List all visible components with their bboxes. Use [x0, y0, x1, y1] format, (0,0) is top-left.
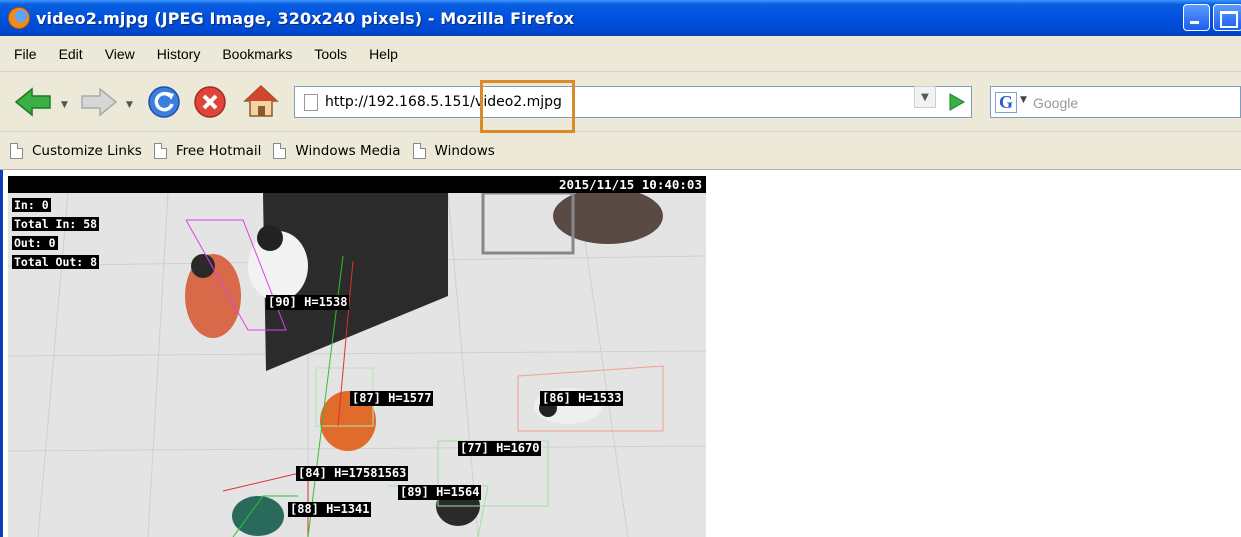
- track-label: [88] H=1341: [288, 502, 372, 517]
- title-bar: video2.mjpg (JPEG Image, 320x240 pixels)…: [0, 0, 1241, 36]
- bookmark-label: Customize Links: [32, 142, 142, 159]
- camera-video-image: 2015/11/15 10:40:03 In: 0 Total In: 58 O…: [8, 176, 706, 537]
- window-title: video2.mjpg (JPEG Image, 320x240 pixels)…: [36, 8, 575, 28]
- menu-bar: File Edit View History Bookmarks Tools H…: [0, 36, 1241, 72]
- menu-edit[interactable]: Edit: [59, 46, 83, 62]
- bookmark-customize-links[interactable]: Customize Links: [10, 142, 142, 159]
- track-label: [89] H=1564: [398, 485, 482, 500]
- stop-button[interactable]: [193, 85, 227, 119]
- url-highlight-annotation: [480, 80, 575, 133]
- go-arrow-icon: [949, 93, 966, 111]
- home-icon: [243, 84, 279, 117]
- bookmarks-toolbar: Customize Links Free Hotmail Windows Med…: [0, 132, 1241, 170]
- search-engine-dropdown-icon[interactable]: ▼: [1020, 95, 1027, 105]
- search-bar[interactable]: G ▼ Google: [990, 86, 1241, 118]
- count-in: In: 0: [12, 198, 51, 212]
- menu-history[interactable]: History: [157, 46, 201, 62]
- menu-file[interactable]: File: [14, 46, 37, 62]
- go-button[interactable]: [946, 92, 966, 116]
- firefox-logo-icon: [8, 7, 30, 29]
- back-button[interactable]: [14, 86, 54, 118]
- menu-help[interactable]: Help: [369, 46, 398, 62]
- url-history-dropdown-icon[interactable]: ▼: [914, 86, 936, 108]
- window-frame-edge: [0, 170, 3, 537]
- people-count-overlay: In: 0 Total In: 58 Out: 0 Total Out: 8: [12, 198, 100, 274]
- bookmark-free-hotmail[interactable]: Free Hotmail: [153, 142, 262, 159]
- track-label: [84] H=17581563: [296, 466, 409, 481]
- bookmark-page-icon: [153, 142, 167, 159]
- bookmark-windows-media[interactable]: Windows Media: [273, 142, 401, 159]
- track-label: [87] H=1577: [350, 391, 434, 406]
- video-timestamp: 2015/11/15 10:40:03: [559, 177, 702, 192]
- home-button[interactable]: [243, 84, 279, 118]
- search-input[interactable]: Google: [1033, 95, 1078, 111]
- navigation-toolbar: ▼ ▼ http://192.168.5.151/video2.mjpg ▼ G…: [0, 72, 1241, 132]
- forward-history-dropdown-icon[interactable]: ▼: [126, 100, 133, 110]
- reload-icon: [148, 86, 180, 118]
- menu-bookmarks[interactable]: Bookmarks: [222, 46, 292, 62]
- count-total-out: Total Out: 8: [12, 255, 100, 269]
- bookmark-page-icon: [273, 142, 287, 159]
- bookmark-label: Free Hotmail: [175, 142, 262, 159]
- menu-view[interactable]: View: [105, 46, 135, 62]
- forward-arrow-icon: [81, 87, 118, 117]
- address-bar[interactable]: http://192.168.5.151/video2.mjpg ▼: [294, 86, 972, 118]
- google-engine-icon[interactable]: G: [995, 92, 1017, 113]
- back-arrow-icon: [14, 87, 51, 117]
- bookmark-windows[interactable]: Windows: [412, 142, 495, 159]
- video-time-bar: 2015/11/15 10:40:03: [8, 176, 706, 193]
- forward-button[interactable]: [78, 86, 118, 118]
- bookmark-page-icon: [412, 142, 426, 159]
- track-label: [77] H=1670: [458, 441, 542, 456]
- url-prefix: http://192.168.5.151/: [325, 94, 476, 110]
- bookmark-label: Windows: [434, 142, 495, 159]
- maximize-button[interactable]: [1213, 4, 1241, 31]
- back-history-dropdown-icon[interactable]: ▼: [61, 100, 68, 110]
- stop-icon: [194, 86, 226, 118]
- camera-scene: [8, 176, 706, 537]
- count-total-in: Total In: 58: [12, 217, 100, 231]
- minimize-button[interactable]: [1183, 4, 1210, 31]
- page-icon: [304, 94, 318, 111]
- reload-button[interactable]: [147, 85, 181, 119]
- bookmark-page-icon: [10, 142, 23, 159]
- count-out: Out: 0: [12, 236, 58, 250]
- track-label: [90] H=1538: [266, 295, 350, 310]
- menu-tools[interactable]: Tools: [314, 46, 347, 62]
- track-label: [86] H=1533: [540, 391, 624, 406]
- bookmark-label: Windows Media: [295, 142, 401, 159]
